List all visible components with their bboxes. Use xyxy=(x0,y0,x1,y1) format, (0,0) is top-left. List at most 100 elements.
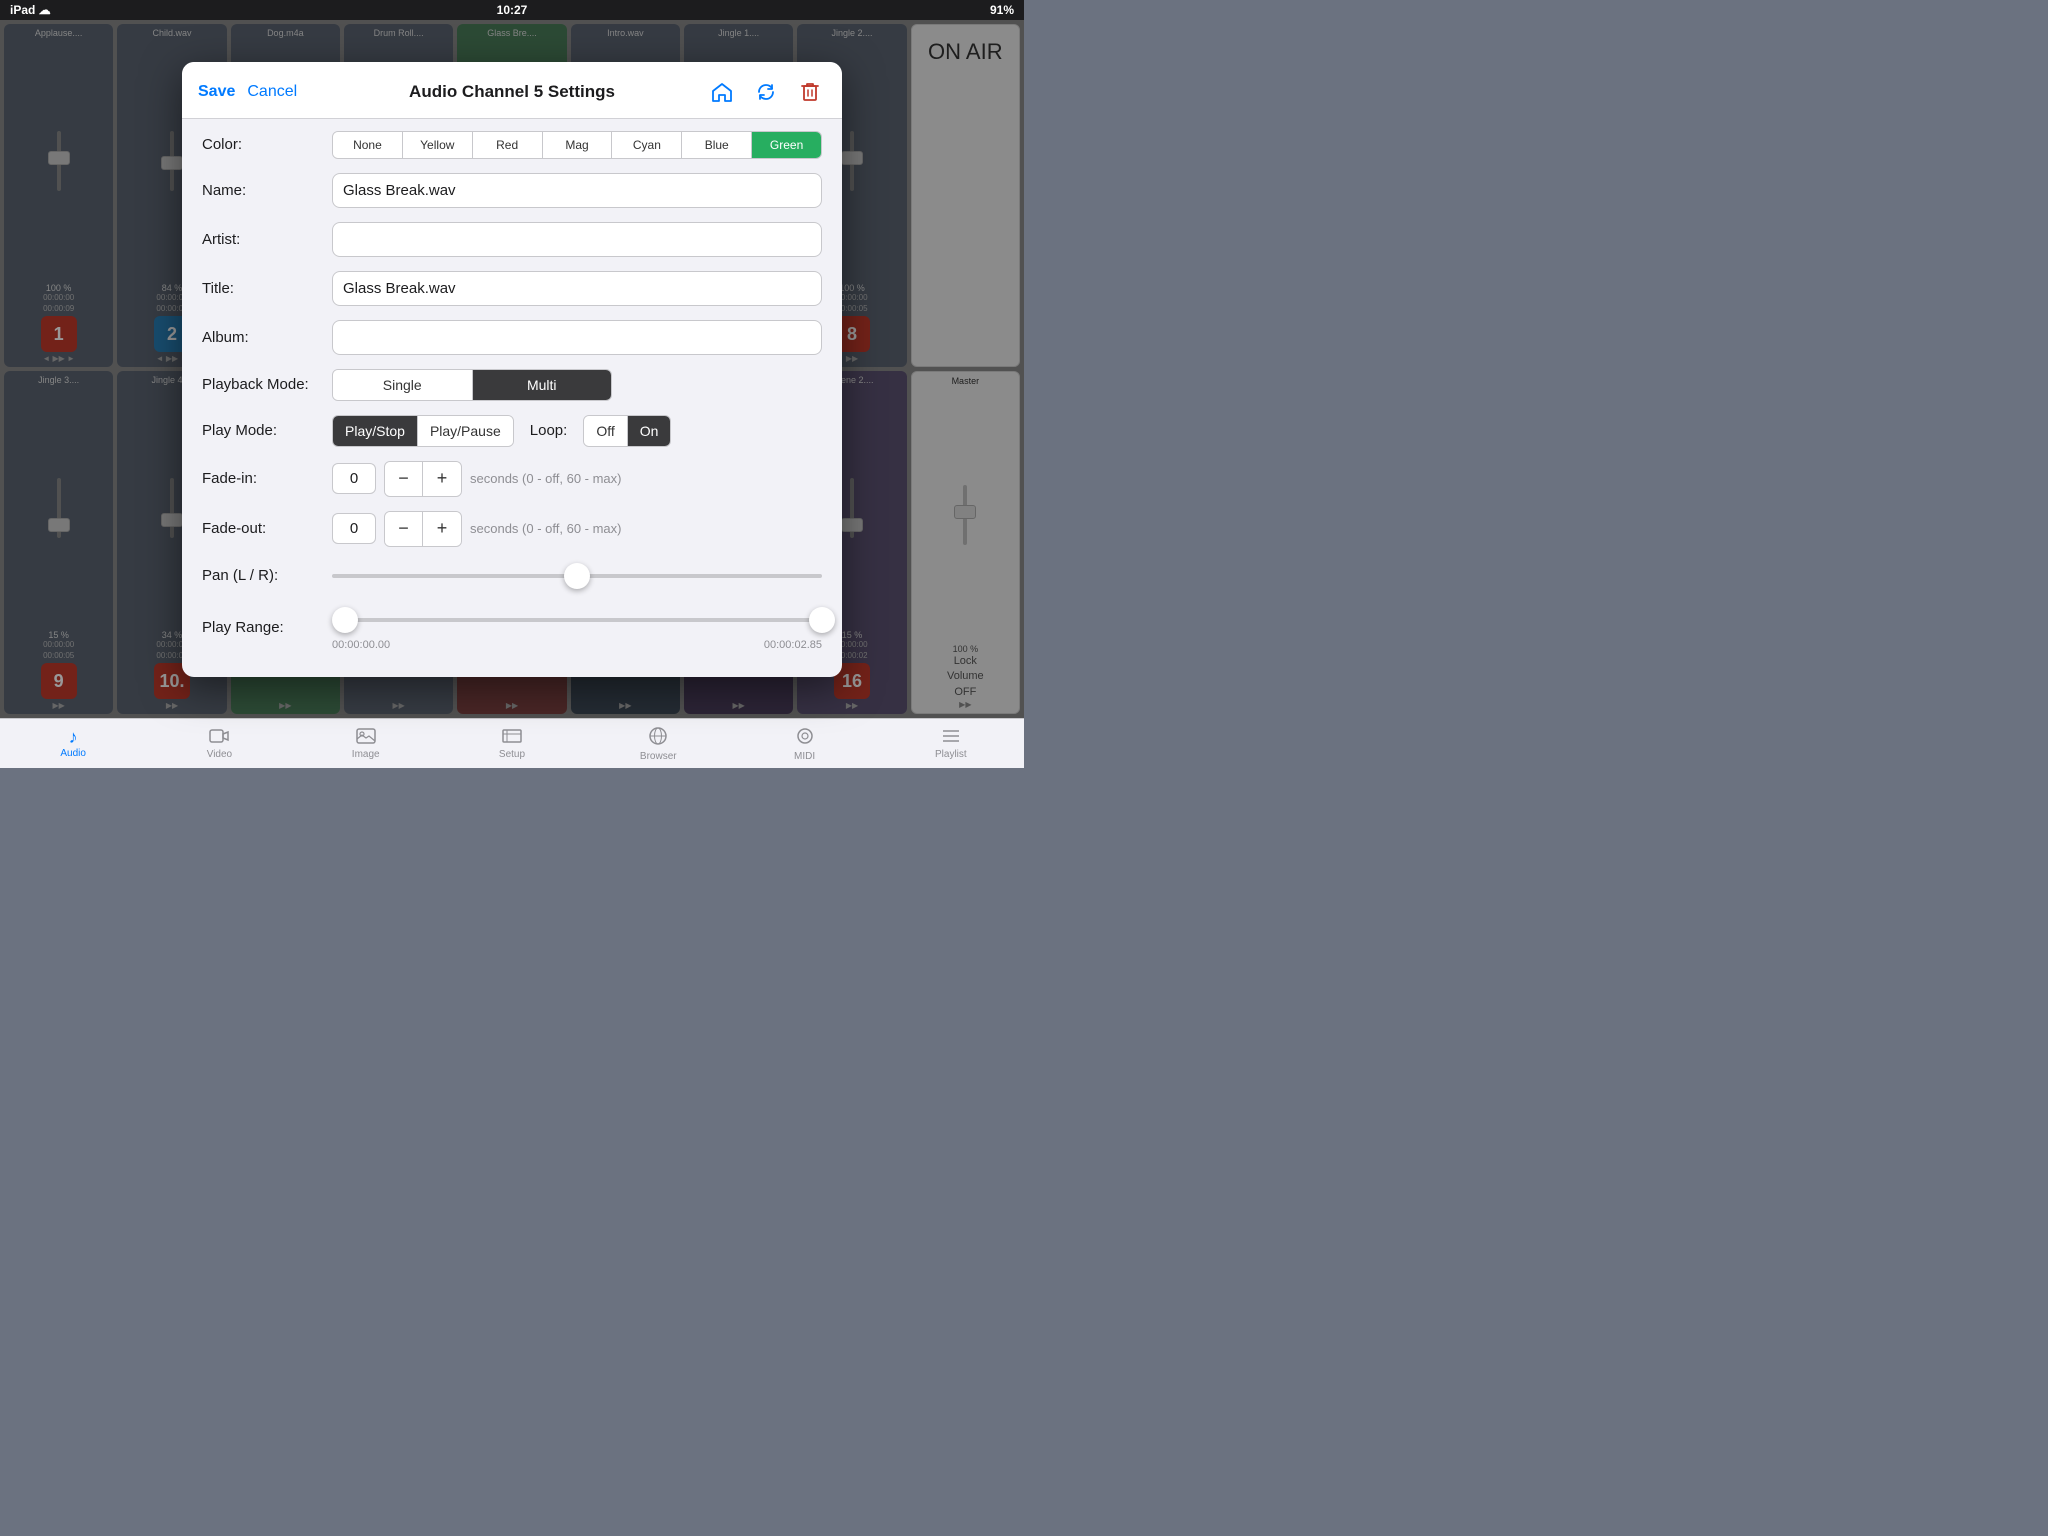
tab-image-label: Image xyxy=(352,749,380,760)
modal-header-left: Save Cancel xyxy=(198,83,338,101)
play-mode-label: Play Mode: xyxy=(202,422,332,439)
fade-out-stepper: − + xyxy=(384,511,462,547)
play-stop-option[interactable]: Play/Stop xyxy=(333,416,418,446)
title-field-container xyxy=(332,271,822,306)
video-icon xyxy=(209,728,229,747)
settings-modal: Save Cancel Audio Channel 5 Settings xyxy=(182,62,842,677)
fade-out-value[interactable] xyxy=(332,513,376,544)
color-mag[interactable]: Mag xyxy=(543,132,613,158)
range-labels: 00:00:00.00 00:00:02.85 xyxy=(332,639,822,651)
play-range-slider-container xyxy=(332,605,822,635)
loop-segmented: Off On xyxy=(583,415,671,447)
save-button[interactable]: Save xyxy=(198,83,235,101)
fade-in-control: − + seconds (0 - off, 60 - max) xyxy=(332,461,822,497)
tab-setup[interactable]: Setup xyxy=(439,719,585,768)
name-row: Name: xyxy=(202,173,822,208)
color-blue[interactable]: Blue xyxy=(682,132,752,158)
playback-mode-row: Playback Mode: Single Multi xyxy=(202,369,822,401)
name-field-container xyxy=(332,173,822,208)
tab-video-label: Video xyxy=(207,749,232,760)
fade-in-inner: − + seconds (0 - off, 60 - max) xyxy=(332,461,822,497)
color-yellow[interactable]: Yellow xyxy=(403,132,473,158)
tab-playlist[interactable]: Playlist xyxy=(878,719,1024,768)
playback-single[interactable]: Single xyxy=(333,370,473,400)
loop-label: Loop: xyxy=(530,422,568,439)
pan-slider-thumb[interactable] xyxy=(564,563,590,589)
play-mode-loop-row: Play/Stop Play/Pause Loop: Off On xyxy=(332,415,822,447)
modal-header-right xyxy=(686,76,826,108)
playback-mode-label: Playback Mode: xyxy=(202,376,332,393)
tab-bar: ♪ Audio Video Image Setup Browser MIDI xyxy=(0,718,1024,768)
tab-audio-label: Audio xyxy=(60,748,86,759)
name-field[interactable] xyxy=(332,173,822,208)
range-end-label: 00:00:02.85 xyxy=(764,639,822,651)
trash-button[interactable] xyxy=(794,76,826,108)
fade-out-hint: seconds (0 - off, 60 - max) xyxy=(470,521,622,536)
artist-field[interactable] xyxy=(332,222,822,257)
title-row: Title: xyxy=(202,271,822,306)
tab-midi[interactable]: MIDI xyxy=(731,719,877,768)
artist-label: Artist: xyxy=(202,231,332,248)
modal-header: Save Cancel Audio Channel 5 Settings xyxy=(182,62,842,119)
home-button[interactable] xyxy=(706,76,738,108)
fade-out-inner: − + seconds (0 - off, 60 - max) xyxy=(332,511,822,547)
status-bar: iPad ☁ 10:27 91% xyxy=(0,0,1024,20)
fade-out-decrement[interactable]: − xyxy=(385,512,423,546)
play-range-control: 00:00:00.00 00:00:02.85 xyxy=(332,605,822,651)
play-mode-segmented: Play/Stop Play/Pause xyxy=(332,415,514,447)
refresh-button[interactable] xyxy=(750,76,782,108)
pan-row: Pan (L / R): xyxy=(202,561,822,591)
playback-multi[interactable]: Multi xyxy=(473,370,612,400)
cancel-button[interactable]: Cancel xyxy=(247,83,297,101)
modal-body: Color: None Yellow Red Mag Cyan Blue Gre… xyxy=(182,119,842,677)
play-pause-option[interactable]: Play/Pause xyxy=(418,416,513,446)
play-mode-row: Play Mode: Play/Stop Play/Pause Loop: Of… xyxy=(202,415,822,447)
artist-field-container xyxy=(332,222,822,257)
color-red[interactable]: Red xyxy=(473,132,543,158)
fade-in-decrement[interactable]: − xyxy=(385,462,423,496)
play-mode-control: Play/Stop Play/Pause Loop: Off On xyxy=(332,415,822,447)
color-row: Color: None Yellow Red Mag Cyan Blue Gre… xyxy=(202,131,822,159)
range-start-label: 00:00:00.00 xyxy=(332,639,390,651)
color-none[interactable]: None xyxy=(333,132,403,158)
status-left: iPad ☁ xyxy=(10,3,51,17)
fade-out-increment[interactable]: + xyxy=(423,512,461,546)
loop-off[interactable]: Off xyxy=(584,416,627,446)
tab-setup-label: Setup xyxy=(499,749,525,760)
pan-control xyxy=(332,561,822,591)
browser-icon xyxy=(648,726,668,749)
play-range-thumb-end[interactable] xyxy=(809,607,835,633)
pan-slider-container xyxy=(332,561,822,591)
color-options: None Yellow Red Mag Cyan Blue Green xyxy=(332,131,822,159)
artist-row: Artist: xyxy=(202,222,822,257)
loop-on[interactable]: On xyxy=(628,416,671,446)
fade-out-row: Fade-out: − + seconds (0 - off, 60 - max… xyxy=(202,511,822,547)
fade-in-value[interactable] xyxy=(332,463,376,494)
play-range-thumb-start[interactable] xyxy=(332,607,358,633)
color-label: Color: xyxy=(202,136,332,153)
pan-slider-track xyxy=(332,574,822,578)
tab-video[interactable]: Video xyxy=(146,719,292,768)
midi-icon xyxy=(795,726,815,749)
tab-image[interactable]: Image xyxy=(293,719,439,768)
fade-in-label: Fade-in: xyxy=(202,470,332,487)
playback-mode-control: Single Multi xyxy=(332,369,822,401)
fade-in-stepper: − + xyxy=(384,461,462,497)
tab-browser[interactable]: Browser xyxy=(585,719,731,768)
color-green[interactable]: Green xyxy=(752,132,821,158)
album-field[interactable] xyxy=(332,320,822,355)
playlist-icon xyxy=(941,728,961,747)
modal-title: Audio Channel 5 Settings xyxy=(338,82,686,102)
image-icon xyxy=(356,728,376,747)
pan-label: Pan (L / R): xyxy=(202,567,332,584)
fade-out-label: Fade-out: xyxy=(202,520,332,537)
album-label: Album: xyxy=(202,329,332,346)
name-label: Name: xyxy=(202,182,332,199)
title-field[interactable] xyxy=(332,271,822,306)
title-label: Title: xyxy=(202,280,332,297)
fade-in-hint: seconds (0 - off, 60 - max) xyxy=(470,471,622,486)
fade-in-increment[interactable]: + xyxy=(423,462,461,496)
modal-overlay: Save Cancel Audio Channel 5 Settings xyxy=(0,20,1024,718)
tab-audio[interactable]: ♪ Audio xyxy=(0,719,146,768)
color-cyan[interactable]: Cyan xyxy=(612,132,682,158)
